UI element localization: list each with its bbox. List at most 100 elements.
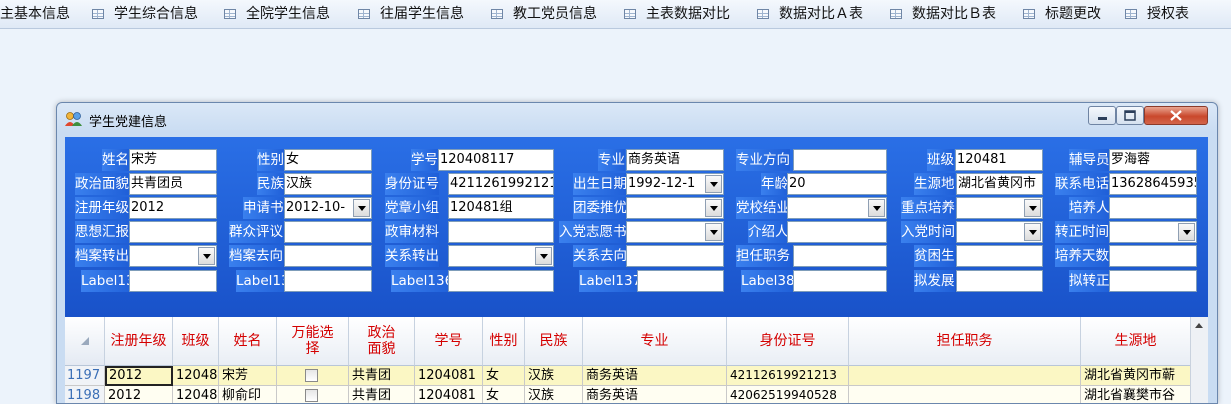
grid-cell[interactable]: 女	[483, 366, 525, 386]
col-header[interactable]: 生源地	[1081, 317, 1191, 366]
chevron-down-icon[interactable]	[1024, 223, 1041, 241]
menu-item-title-edit[interactable]: 标题更改	[1045, 0, 1101, 28]
chevron-down-icon[interactable]	[198, 247, 215, 265]
chevron-down-icon[interactable]	[1178, 223, 1195, 241]
menu-item-student-info[interactable]: 学生综合信息	[114, 0, 198, 28]
label13-a-field[interactable]	[129, 270, 217, 292]
formal-time-dropdown[interactable]	[1109, 221, 1197, 243]
menu-item-past-students[interactable]: 往届学生信息	[380, 0, 464, 28]
grid-cell[interactable]: 共青团	[349, 386, 415, 403]
application-form-dropdown[interactable]	[626, 221, 724, 243]
grid-cell[interactable]: 共青团	[349, 366, 415, 386]
student-id-field[interactable]: 120408117	[438, 149, 554, 171]
chevron-down-icon[interactable]	[1024, 199, 1041, 217]
ethnic-field[interactable]: 汉族	[284, 173, 372, 195]
trainer-field[interactable]	[1109, 197, 1197, 219]
grid-cell[interactable]: 商务英语	[583, 386, 727, 403]
grid-cell[interactable]	[849, 366, 1081, 386]
table-row[interactable]: 1197 2012 12048 宋芳 共青团 1204081 女 汉族 商务英语…	[65, 366, 1208, 386]
grid-cell[interactable]: 湖北省黄冈市蕲	[1081, 366, 1191, 386]
gender-field[interactable]: 女	[284, 149, 372, 171]
minimize-button[interactable]	[1088, 106, 1116, 125]
label38-field[interactable]	[793, 270, 887, 292]
chevron-down-icon[interactable]	[353, 199, 370, 217]
archive-out-dropdown[interactable]	[129, 245, 217, 267]
grid-cell[interactable]: 1204081	[415, 366, 483, 386]
col-header[interactable]: 性别	[483, 317, 525, 366]
grid-cell[interactable]: 2012	[105, 366, 173, 386]
menu-item-compare-a[interactable]: 数据对比Ａ表	[779, 0, 863, 28]
training-days-field[interactable]	[1109, 245, 1197, 267]
col-header[interactable]: 专业	[583, 317, 727, 366]
chevron-down-icon[interactable]	[705, 175, 722, 193]
menu-item-college-students[interactable]: 全院学生信息	[246, 0, 330, 28]
age-field[interactable]: 20	[787, 173, 887, 195]
application-dropdown[interactable]: 2012-10-	[284, 197, 372, 219]
maximize-button[interactable]	[1116, 106, 1144, 125]
id-card-field[interactable]: 4211261992121	[448, 173, 554, 195]
grid-cell[interactable]: 1204081	[415, 386, 483, 403]
grid-cell[interactable]: 湖北省襄樊市谷	[1081, 386, 1191, 403]
join-time-dropdown[interactable]	[956, 221, 1043, 243]
thought-report-field[interactable]	[129, 221, 217, 243]
league-recommend-dropdown[interactable]	[626, 197, 724, 219]
introducer-field[interactable]	[787, 221, 887, 243]
menu-item-main-compare[interactable]: 主表数据对比	[646, 0, 730, 28]
col-header[interactable]: 担任职务	[849, 317, 1081, 366]
grid-cell-checkbox[interactable]	[277, 366, 349, 386]
menu-item-auth-table[interactable]: 授权表	[1147, 0, 1189, 28]
col-header[interactable]: 民族	[525, 317, 583, 366]
vertical-scrollbar[interactable]	[1190, 317, 1208, 403]
poor-student-field[interactable]	[956, 245, 1043, 267]
label137-field[interactable]	[637, 270, 724, 292]
key-training-dropdown[interactable]	[956, 197, 1043, 219]
col-header[interactable]: 政治面貌	[349, 317, 415, 366]
grid-cell[interactable]: 商务英语	[583, 366, 727, 386]
to-formalize-field[interactable]	[1109, 270, 1197, 292]
row-number[interactable]: 1197	[65, 366, 105, 386]
duty-field[interactable]	[793, 245, 887, 267]
close-button[interactable]	[1144, 106, 1208, 125]
grid-cell[interactable]: 42062519940528	[727, 386, 849, 403]
checkbox[interactable]	[305, 389, 318, 402]
grid-cell[interactable]: 汉族	[525, 366, 583, 386]
to-develop-field[interactable]	[956, 270, 1043, 292]
chevron-down-icon[interactable]	[705, 199, 722, 217]
menu-item-staff-members[interactable]: 教工党员信息	[513, 0, 597, 28]
menu-item-basic-info[interactable]: 主基本信息	[0, 0, 70, 28]
grid-cell-checkbox[interactable]	[277, 386, 349, 403]
grid-cell[interactable]: 女	[483, 386, 525, 403]
menu-item-compare-b[interactable]: 数据对比Ｂ表	[912, 0, 996, 28]
chevron-down-icon[interactable]	[535, 247, 552, 265]
name-field[interactable]: 宋芳	[129, 149, 217, 171]
relation-destination-field[interactable]	[626, 245, 724, 267]
grid-cell[interactable]: 宋芳	[219, 366, 277, 386]
birth-date-dropdown[interactable]: 1992-12-1	[626, 173, 724, 195]
grid-cell[interactable]: 42112619921213	[727, 366, 849, 386]
scroll-up-icon[interactable]	[1191, 317, 1208, 334]
major-field[interactable]: 商务英语	[626, 149, 724, 171]
label13-b-field[interactable]	[284, 270, 372, 292]
col-header[interactable]: 姓名	[219, 317, 277, 366]
chevron-down-icon[interactable]	[868, 199, 885, 217]
grid-cell[interactable]: 2012	[105, 386, 173, 403]
col-header[interactable]: 学号	[415, 317, 483, 366]
col-header[interactable]: 注册年级	[105, 317, 173, 366]
enroll-year-field[interactable]: 2012	[129, 197, 217, 219]
party-group-field[interactable]: 120481组	[448, 197, 554, 219]
table-row[interactable]: 1198 2012 12048 柳俞印 共青团 1204081 女 汉族 商务英…	[65, 386, 1208, 403]
mass-review-field[interactable]	[284, 221, 372, 243]
class-field[interactable]: 120481	[955, 149, 1043, 171]
archive-destination-field[interactable]	[284, 245, 372, 267]
relation-out-dropdown[interactable]	[448, 245, 554, 267]
col-header[interactable]: 万能选择	[277, 317, 349, 366]
political-status-field[interactable]: 共青团员	[129, 173, 217, 195]
row-number[interactable]: 1198	[65, 386, 105, 403]
political-review-field[interactable]	[448, 221, 554, 243]
major-direction-field[interactable]	[793, 149, 887, 171]
grid-cell[interactable]: 汉族	[525, 386, 583, 403]
grid-cell[interactable]: 12048	[173, 386, 219, 403]
origin-field[interactable]: 湖北省黄冈市	[956, 173, 1043, 195]
grid-cell[interactable]	[849, 386, 1081, 403]
checkbox[interactable]	[305, 369, 318, 382]
